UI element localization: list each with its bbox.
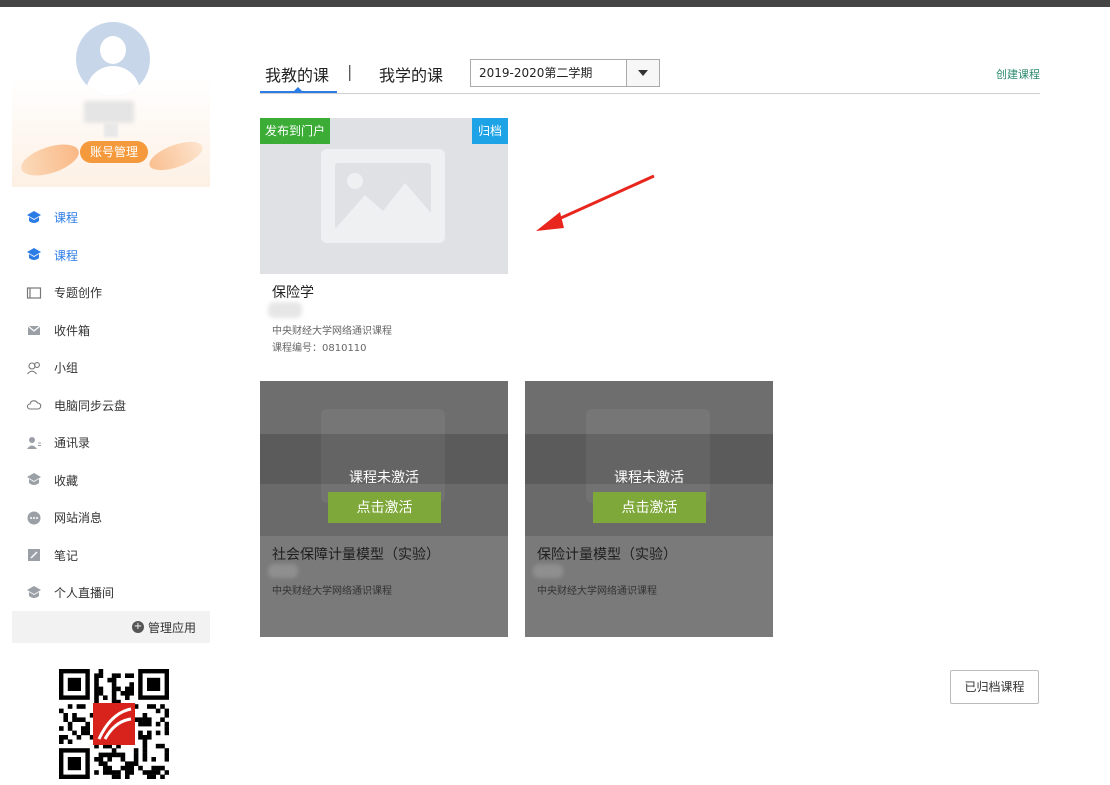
plus-circle-icon: + <box>131 621 144 633</box>
sidebar-item-label: 收藏 <box>54 473 79 488</box>
account-management-button[interactable]: 账号管理 <box>80 141 148 163</box>
image-placeholder-frame <box>335 163 431 229</box>
course-title[interactable]: 保险学 <box>272 282 314 302</box>
chevron-down-icon[interactable] <box>626 60 659 86</box>
sidebar-item-live[interactable]: 个人直播间 <box>12 574 210 612</box>
sidebar-item-label: 个人直播间 <box>54 586 115 601</box>
semester-value: 2019-2020第二学期 <box>479 66 593 80</box>
sidebar-item-label: 课程 <box>54 248 79 263</box>
top-bar <box>0 0 1110 7</box>
contacts-icon <box>26 435 42 451</box>
archive-badge[interactable]: 归档 <box>472 118 508 144</box>
message-icon <box>26 510 42 526</box>
course-inactive-status: 课程未激活 <box>349 470 419 486</box>
manage-apps-button[interactable]: + 管理应用 <box>12 611 210 643</box>
course-card-insurance-econometrics: 课程未激活 点击激活 保险计量模型（实验） 中央财经大学网络通识课程 <box>525 381 773 637</box>
sidebar-item-inbox[interactable]: 收件箱 <box>12 312 210 350</box>
sidebar-item-cloud[interactable]: 电脑同步云盘 <box>12 387 210 425</box>
sidebar-item-label: 收件箱 <box>54 323 91 338</box>
image-placeholder-icon <box>586 409 710 503</box>
sidebar-item-group[interactable]: 小组 <box>12 349 210 387</box>
publish-to-portal-badge[interactable]: 发布到门户 <box>260 118 331 144</box>
sidebar-nav: 课程 课程 专题创作 收件箱 小组 电脑同步云盘 通讯录 收藏 网站消息 笔记 … <box>12 199 210 612</box>
live-icon <box>26 585 42 601</box>
avatar-shoulders <box>86 66 140 96</box>
semester-select[interactable]: 2019-2020第二学期 <box>470 59 660 87</box>
course-card-insurance[interactable]: 发布到门户 归档 保险学 中央财经大学网络通识课程 课程编号：0810110 <box>260 118 508 357</box>
course-school: 中央财经大学网络通识课程 <box>272 326 392 337</box>
course-inactive-status: 课程未激活 <box>614 470 684 486</box>
cloud-icon <box>26 397 42 413</box>
teacher-name-blurred <box>533 564 563 578</box>
tab-my-teaching[interactable]: 我教的课 <box>265 62 329 86</box>
topic-icon <box>26 285 42 301</box>
username-blurred <box>84 101 134 123</box>
activate-course-button[interactable]: 点击激活 <box>593 492 706 523</box>
sidebar-item-label: 课程 <box>54 211 79 226</box>
favorite-icon <box>26 472 42 488</box>
sidebar-item-notes[interactable]: 笔记 <box>12 537 210 575</box>
image-placeholder-icon <box>321 149 445 243</box>
course-thumbnail[interactable]: 发布到门户 归档 <box>260 118 508 274</box>
tab-my-learning[interactable]: 我学的课 <box>379 62 443 86</box>
profile-panel: 账号管理 <box>12 7 210 187</box>
sidebar-item-label: 专题创作 <box>54 286 103 301</box>
avatar-head <box>100 36 126 64</box>
sidebar-item-label: 电脑同步云盘 <box>54 398 127 413</box>
teacher-name-blurred <box>268 564 298 578</box>
group-icon <box>26 360 42 376</box>
avatar[interactable] <box>76 22 150 96</box>
note-icon <box>26 547 42 563</box>
sidebar-item-course-2[interactable]: 课程 <box>12 237 210 275</box>
qr-code <box>59 669 169 779</box>
course-title: 社会保障计量模型（实验） <box>272 547 440 563</box>
course-code: 课程编号：0810110 <box>272 343 367 354</box>
course-school: 中央财经大学网络通识课程 <box>537 586 657 597</box>
mountain-icon <box>335 183 431 229</box>
sidebar-item-topic[interactable]: 专题创作 <box>12 274 210 312</box>
username-blurred-2 <box>104 123 118 137</box>
sidebar-item-label: 网站消息 <box>54 511 103 526</box>
image-placeholder-icon <box>321 409 445 503</box>
sidebar-item-contacts[interactable]: 通讯录 <box>12 424 210 462</box>
sidebar-item-label: 通讯录 <box>54 436 91 451</box>
manage-apps-label: 管理应用 <box>147 620 196 635</box>
teacher-name-blurred <box>268 302 302 318</box>
sidebar-item-label: 小组 <box>54 361 79 376</box>
activate-course-button[interactable]: 点击激活 <box>328 492 441 523</box>
course-tabs: 我教的课 | 我学的课 2019-2020第二学期 创建课程 <box>260 56 1040 94</box>
course-title: 保险计量模型（实验） <box>537 547 677 563</box>
sidebar-item-messages[interactable]: 网站消息 <box>12 499 210 537</box>
annotation-arrow-icon <box>536 174 655 231</box>
decor-swoosh-right <box>145 136 207 176</box>
create-course-link[interactable]: 创建课程 <box>996 66 1040 82</box>
decor-swoosh-left <box>17 138 83 182</box>
active-tab-caret <box>293 87 303 92</box>
course-card-social-security: 课程未激活 点击激活 社会保障计量模型（实验） 中央财经大学网络通识课程 <box>260 381 508 637</box>
sidebar: 账号管理 课程 课程 专题创作 收件箱 小组 电脑同步云盘 通讯录 收藏 网站消… <box>12 7 210 785</box>
inbox-icon <box>26 322 42 338</box>
course-school: 中央财经大学网络通识课程 <box>272 586 392 597</box>
sidebar-item-label: 笔记 <box>54 548 79 563</box>
sidebar-item-course[interactable]: 课程 <box>12 199 210 237</box>
tab-separator: | <box>347 62 353 81</box>
course-icon <box>26 210 42 226</box>
course-icon <box>26 247 42 263</box>
archived-courses-button[interactable]: 已归档课程 <box>950 670 1039 704</box>
sidebar-item-favorite[interactable]: 收藏 <box>12 462 210 500</box>
qr-code-icon <box>59 669 169 779</box>
